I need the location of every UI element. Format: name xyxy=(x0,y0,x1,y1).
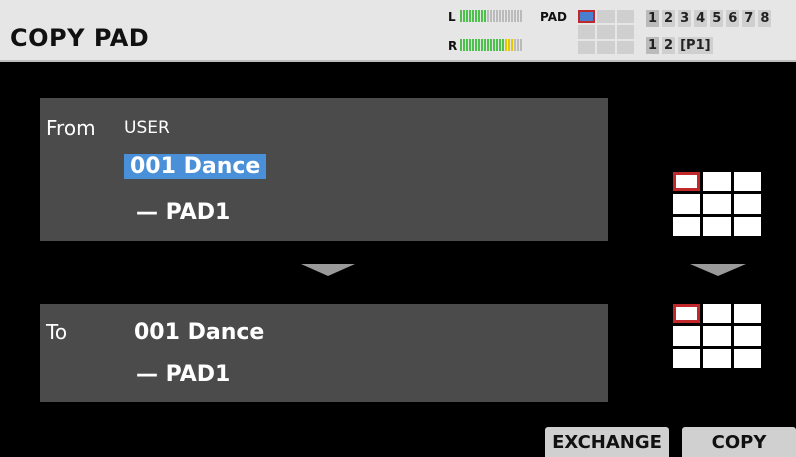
to-pad-select[interactable]: — PAD1 xyxy=(136,362,230,387)
pad-cell-selected xyxy=(673,304,701,324)
pad-cell xyxy=(733,216,761,236)
kit-number: 3 xyxy=(678,10,692,27)
level-meter-right xyxy=(460,39,522,51)
pad-indicator-cell-selected xyxy=(578,10,596,24)
arrow-down-icon xyxy=(301,264,355,276)
kit-number: 2 xyxy=(662,10,676,27)
bank-number: 2 xyxy=(662,37,676,54)
page-title: COPY PAD xyxy=(10,24,150,52)
to-panel: To 001 Dance — PAD1 xyxy=(40,304,608,402)
from-panel: From USER 001 Dance — PAD1 xyxy=(40,98,608,241)
from-pad-select[interactable]: — PAD1 xyxy=(136,200,230,225)
pad-cell xyxy=(703,326,731,346)
kit-number: 5 xyxy=(710,10,724,27)
exchange-button[interactable]: EXCHANGE xyxy=(545,427,669,457)
pad-cell xyxy=(733,348,761,368)
from-kit-select[interactable]: 001 Dance xyxy=(124,154,267,179)
pad-indicator-cell xyxy=(597,25,615,39)
meter-left-label: L xyxy=(448,10,456,24)
copy-button[interactable]: COPY xyxy=(682,427,796,457)
copy-pad-screen: COPY PAD L R PAD 1 2 3 4 5 6 7 8 1 2 [P1… xyxy=(0,0,796,457)
meter-right-label: R xyxy=(448,39,458,53)
pad-indicator-cell xyxy=(597,40,615,54)
pad-cell xyxy=(673,216,701,236)
pad-cell xyxy=(703,216,731,236)
kit-number: 8 xyxy=(758,10,772,27)
pad-indicator-cell xyxy=(597,10,615,24)
pad-cell xyxy=(703,348,731,368)
pad-indicator-cell xyxy=(578,40,596,54)
pad-indicator-cell xyxy=(616,10,634,24)
pad-cell xyxy=(703,172,731,192)
pad-indicator-cell xyxy=(616,25,634,39)
pad-cell-selected xyxy=(673,172,701,192)
pad-indicator-cell xyxy=(578,25,596,39)
kit-number: 7 xyxy=(742,10,756,27)
to-pad-grid xyxy=(673,304,761,368)
pad-cell xyxy=(733,326,761,346)
kit-number: 1 xyxy=(646,10,660,27)
from-label: From xyxy=(46,116,96,140)
pad-cell xyxy=(733,172,761,192)
pad-cell xyxy=(673,326,701,346)
from-pad-grid xyxy=(673,172,761,236)
pad-cell xyxy=(733,304,761,324)
title-bar: COPY PAD L R PAD 1 2 3 4 5 6 7 8 1 2 [P1… xyxy=(0,0,796,62)
pad-indicator-cell xyxy=(616,40,634,54)
pad-indicator-grid xyxy=(578,10,634,54)
pad-cell xyxy=(673,194,701,214)
kit-number: 4 xyxy=(694,10,708,27)
to-kit-select[interactable]: 001 Dance xyxy=(134,320,264,345)
bank-number-row: 1 2 [P1] xyxy=(646,37,713,54)
arrow-down-icon xyxy=(690,264,746,276)
bank-number: 1 xyxy=(646,37,660,54)
level-meter-left xyxy=(460,10,522,22)
pad-cell xyxy=(703,194,731,214)
pad-indicator-label: PAD xyxy=(540,10,567,24)
to-label: To xyxy=(46,320,68,344)
from-bank[interactable]: USER xyxy=(124,118,170,138)
kit-number: 6 xyxy=(726,10,740,27)
pad-cell xyxy=(733,194,761,214)
kit-number-row: 1 2 3 4 5 6 7 8 xyxy=(646,10,772,27)
page-indicator: [P1] xyxy=(678,37,713,54)
pad-cell xyxy=(703,304,731,324)
pad-cell xyxy=(673,348,701,368)
